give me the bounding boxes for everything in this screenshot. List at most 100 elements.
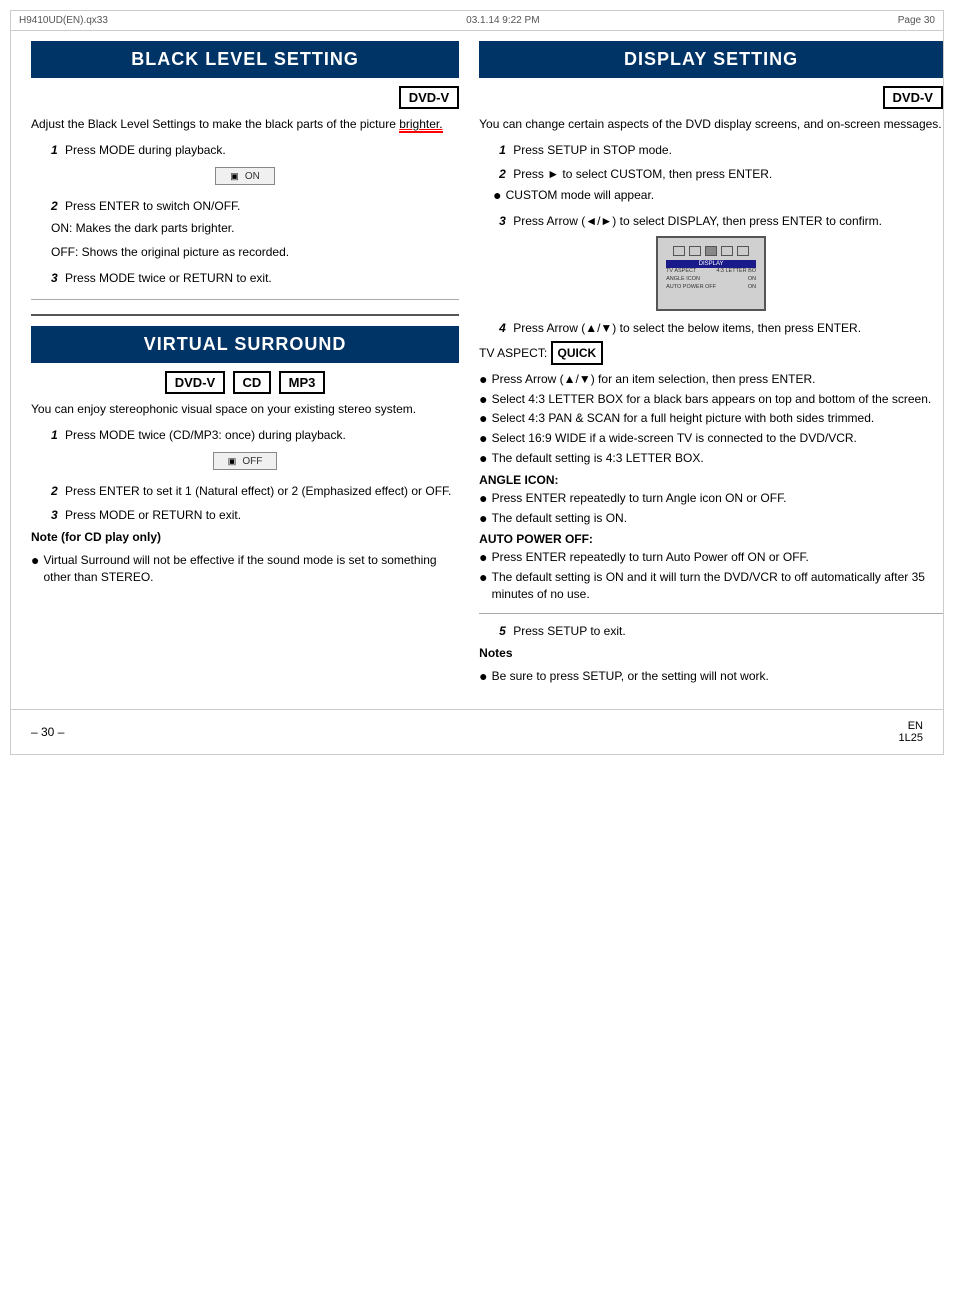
- notes-bullet-text: Be sure to press SETUP, or the setting w…: [492, 668, 769, 685]
- screen-display-label: DISPLAY: [666, 260, 756, 268]
- black-level-badge-row: DVD-V: [31, 86, 459, 115]
- screen-row3: AUTO POWER OFF ON: [666, 284, 756, 292]
- auto-power-label: AUTO POWER OFF:: [479, 532, 943, 546]
- dstep5-num: 5: [499, 624, 506, 638]
- tv-bullet3-text: Select 4:3 PAN & SCAN for a full height …: [492, 410, 875, 427]
- tv-bullet4-text: Select 16:9 WIDE if a wide-screen TV is …: [492, 430, 857, 447]
- note-title: Note (for CD play only): [31, 528, 459, 546]
- screen-icons-row: [662, 242, 760, 258]
- display-on-text: ON: [245, 171, 260, 182]
- display-off-container: ▣ OFF: [31, 448, 459, 474]
- tv-bullet1-text: Press Arrow (▲/▼) for an item selection,…: [492, 371, 816, 388]
- vstep1-text: Press MODE twice (CD/MP3: once) during p…: [65, 428, 346, 442]
- angle-bullet1-dot: ●: [479, 490, 487, 507]
- display-setting-title: DISPLAY SETTING: [479, 41, 943, 78]
- angle-bullet1-text: Press ENTER repeatedly to turn Angle ico…: [492, 490, 787, 507]
- tv-bullet4: ● Select 16:9 WIDE if a wide-screen TV i…: [479, 430, 943, 447]
- auto-bullet2-dot: ●: [479, 569, 487, 586]
- custom-bullet-text: CUSTOM mode will appear.: [506, 187, 655, 204]
- angle-bullet1: ● Press ENTER repeatedly to turn Angle i…: [479, 490, 943, 507]
- dstep3-num: 3: [499, 214, 506, 228]
- left-column: BLACK LEVEL SETTING DVD-V Adjust the Bla…: [31, 41, 459, 699]
- step1-num: 1: [51, 143, 58, 157]
- vstep2-num: 2: [51, 484, 58, 498]
- auto-bullet2: ● The default setting is ON and it will …: [479, 569, 943, 603]
- screen-auto-on: ON: [748, 284, 756, 292]
- angle-bullet2-dot: ●: [479, 510, 487, 527]
- black-level-section: BLACK LEVEL SETTING DVD-V Adjust the Bla…: [31, 41, 459, 285]
- header-date: 03.1.14 9:22 PM: [466, 15, 539, 26]
- tv-bullet5: ● The default setting is 4:3 LETTER BOX.: [479, 450, 943, 467]
- virtual-surround-intro: You can enjoy stereophonic visual space …: [31, 400, 459, 418]
- screen-icon-5: [737, 246, 749, 256]
- tv-bullet2-text: Select 4:3 LETTER BOX for a black bars a…: [492, 391, 932, 408]
- on-text: ON: Makes the dark parts brighter.: [51, 219, 459, 237]
- screen-auto-power: AUTO POWER OFF: [666, 284, 716, 292]
- angle-bullet2-text: The default setting is ON.: [492, 510, 627, 527]
- footer-page-num: – 30 –: [31, 725, 64, 739]
- screen-menu: DISPLAY TV ASPECT 4:3 LETTER BO ANGLE IC…: [662, 258, 760, 293]
- footer-right: EN 1L25: [899, 720, 923, 744]
- display-step3: 3 Press Arrow (◄/►) to select DISPLAY, t…: [499, 214, 943, 228]
- screen-icon-1: [673, 246, 685, 256]
- screen-43letter: 4:3 LETTER BO: [716, 268, 756, 276]
- note-bullet-text: Virtual Surround will not be effective i…: [43, 552, 459, 586]
- brighter-highlight: brighter.: [399, 117, 442, 133]
- dstep5-text: Press SETUP to exit.: [513, 624, 625, 638]
- vstep3-num: 3: [51, 508, 58, 522]
- step2-num: 2: [51, 199, 58, 213]
- header-page: Page 30: [898, 15, 935, 26]
- black-level-step2: 2 Press ENTER to switch ON/OFF.: [51, 199, 459, 213]
- step3-num: 3: [51, 271, 58, 285]
- custom-bullet-dot: ●: [493, 187, 501, 204]
- vstep3-text: Press MODE or RETURN to exit.: [65, 508, 241, 522]
- tv-aspect-label: TV ASPECT:: [479, 346, 547, 360]
- header-filename: H9410UD(EN).qx33: [19, 15, 108, 26]
- tv-bullet2-dot: ●: [479, 391, 487, 408]
- tv-bullet1-dot: ●: [479, 371, 487, 388]
- step5-divider: [479, 613, 943, 614]
- notes-label: Notes: [479, 644, 943, 662]
- screen-icon-3: [705, 246, 717, 256]
- display-off-text: OFF: [242, 456, 262, 467]
- black-level-intro: Adjust the Black Level Settings to make …: [31, 115, 459, 133]
- screen-icon-4: [721, 246, 733, 256]
- note-bullet-dot: ●: [31, 552, 39, 569]
- angle-bullet2: ● The default setting is ON.: [479, 510, 943, 527]
- dstep2-text: Press ► to select CUSTOM, then press ENT…: [513, 167, 772, 181]
- page-header: H9410UD(EN).qx33 03.1.14 9:22 PM Page 30: [11, 11, 943, 31]
- tv-bullet3-dot: ●: [479, 410, 487, 427]
- black-level-title: BLACK LEVEL SETTING: [31, 41, 459, 78]
- virtual-dvd-badge: DVD-V: [165, 371, 225, 394]
- tv-aspect-line: TV ASPECT: QUICK: [479, 341, 943, 365]
- main-content: BLACK LEVEL SETTING DVD-V Adjust the Bla…: [11, 31, 943, 709]
- display-setting-section: DISPLAY SETTING DVD-V You can change cer…: [479, 41, 943, 685]
- dstep1-num: 1: [499, 143, 506, 157]
- tv-bullet5-text: The default setting is 4:3 LETTER BOX.: [492, 450, 704, 467]
- dstep3-text: Press Arrow (◄/►) to select DISPLAY, the…: [513, 214, 882, 228]
- notes-bullet-dot: ●: [479, 668, 487, 685]
- dstep4-text: Press Arrow (▲/▼) to select the below it…: [513, 321, 861, 335]
- display-dvd-badge: DVD-V: [883, 86, 943, 109]
- display-badge-row: DVD-V: [479, 86, 943, 115]
- dstep1-text: Press SETUP in STOP mode.: [513, 143, 672, 157]
- virtual-step1: 1 Press MODE twice (CD/MP3: once) during…: [51, 428, 459, 442]
- footer-code: 1L25: [899, 732, 923, 744]
- off-text: OFF: Shows the original picture as recor…: [51, 243, 459, 261]
- display-on-box: ▣ ON: [215, 167, 275, 185]
- black-level-step1: 1 Press MODE during playback.: [51, 143, 459, 157]
- note-bullet: ● Virtual Surround will not be effective…: [31, 552, 459, 586]
- virtual-badges-row: DVD-V CD MP3: [31, 371, 459, 394]
- screen-tv-aspect: TV ASPECT: [666, 268, 696, 276]
- tv-bullet4-dot: ●: [479, 430, 487, 447]
- step1-text: Press MODE during playback.: [65, 143, 226, 157]
- virtual-step2: 2 Press ENTER to set it 1 (Natural effec…: [51, 484, 459, 498]
- page-footer: – 30 – EN 1L25: [11, 709, 943, 754]
- screen-image-container: DISPLAY TV ASPECT 4:3 LETTER BO ANGLE IC…: [479, 236, 943, 311]
- tv-bullet1: ● Press Arrow (▲/▼) for an item selectio…: [479, 371, 943, 388]
- auto-bullet1: ● Press ENTER repeatedly to turn Auto Po…: [479, 549, 943, 566]
- tv-bullet5-dot: ●: [479, 450, 487, 467]
- display-off-box: ▣ OFF: [213, 452, 278, 470]
- step2-text: Press ENTER to switch ON/OFF.: [65, 199, 240, 213]
- auto-bullet1-text: Press ENTER repeatedly to turn Auto Powe…: [492, 549, 809, 566]
